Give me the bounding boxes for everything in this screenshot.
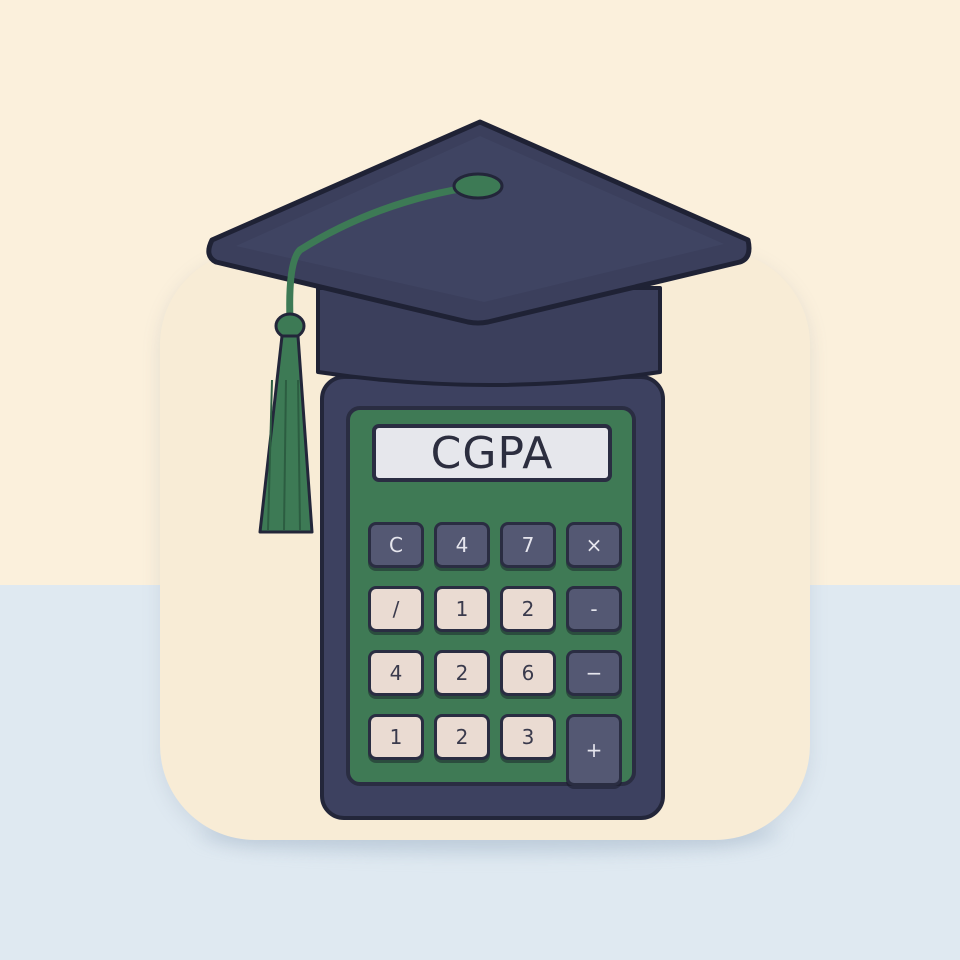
cap-button [452,172,504,200]
tassel-knot [274,312,306,340]
graduation-cap-icon [206,119,752,534]
